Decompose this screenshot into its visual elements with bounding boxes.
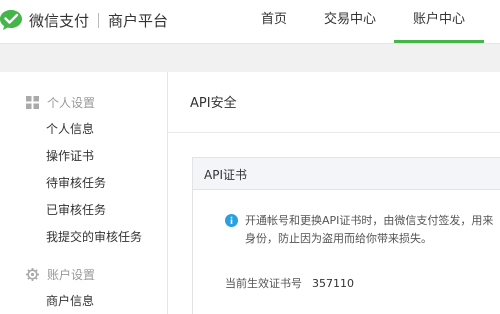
nav-tab-account[interactable]: 账户中心: [394, 0, 484, 43]
sidebar-item-operation-cert[interactable]: 操作证书: [46, 147, 94, 165]
wechat-pay-logo-icon: [0, 10, 22, 30]
info-line: 开通帐号和更换API证书时，由微信支付签发，用来: [245, 214, 494, 227]
sidebar-section-label: 个人设置: [47, 95, 96, 110]
sidebar-item-personal-info[interactable]: 个人信息: [46, 120, 94, 138]
api-cert-card: API证书 开通帐号和更换API证书时，由微信支付签发，用来 身份，防止因为盗用…: [192, 157, 500, 314]
nav-tab-label: 首页: [260, 12, 287, 27]
brand-subtitle: 商户平台: [108, 11, 169, 30]
cert-serial-row: 当前生效证书号 357110: [225, 275, 354, 291]
sidebar-item-reviewed[interactable]: 已审核任务: [46, 201, 106, 219]
sidebar-item-pending-review[interactable]: 待审核任务: [46, 174, 106, 192]
brand-name: 微信支付: [29, 11, 90, 30]
sidebar-section-label: 账户设置: [47, 267, 96, 282]
cert-serial-label: 当前生效证书号: [225, 277, 302, 290]
gear-icon: [26, 267, 39, 281]
sidebar-item-merchant-info[interactable]: 商户信息: [46, 292, 94, 310]
page: 微信支付 商户平台 首页 交易中心 账户中心 个人设置 个人信息 操作证书 待审…: [0, 0, 500, 314]
brand-logo[interactable]: 微信支付 商户平台: [0, 8, 168, 32]
nav-tab-label: 账户中心: [412, 12, 465, 27]
nav-tab-home[interactable]: 首页: [248, 0, 300, 43]
nav-tab-label: 交易中心: [323, 12, 376, 27]
sidebar: 个人设置 个人信息 操作证书 待审核任务 已审核任务 我提交的审核任务 账户设置…: [0, 72, 168, 314]
top-header: 微信支付 商户平台 首页 交易中心 账户中心: [0, 0, 500, 44]
title-divider: [168, 132, 500, 133]
sidebar-section-personal[interactable]: 个人设置: [26, 92, 95, 112]
card-title: API证书: [204, 168, 247, 182]
info-icon: [225, 214, 238, 227]
sidebar-item-my-submitted[interactable]: 我提交的审核任务: [46, 228, 142, 246]
sidebar-section-account[interactable]: 账户设置: [26, 264, 95, 284]
brand-separator: [98, 12, 100, 28]
cert-serial-value: 357110: [312, 277, 354, 290]
info-message: 开通帐号和更换API证书时，由微信支付签发，用来 身份，防止因为盗用而给你带来损…: [245, 212, 500, 248]
header-band: [0, 44, 500, 72]
nav-tab-transactions[interactable]: 交易中心: [314, 0, 386, 43]
page-title: API安全: [190, 96, 237, 111]
card-header: API证书: [193, 158, 500, 190]
grid-icon: [26, 95, 39, 109]
main-content: API安全 API证书 开通帐号和更换API证书时，由微信支付签发，用来 身份，…: [168, 72, 500, 314]
active-tab-underline: [394, 40, 484, 43]
info-line: 身份，防止因为盗用而给你带来损失。: [245, 232, 432, 245]
